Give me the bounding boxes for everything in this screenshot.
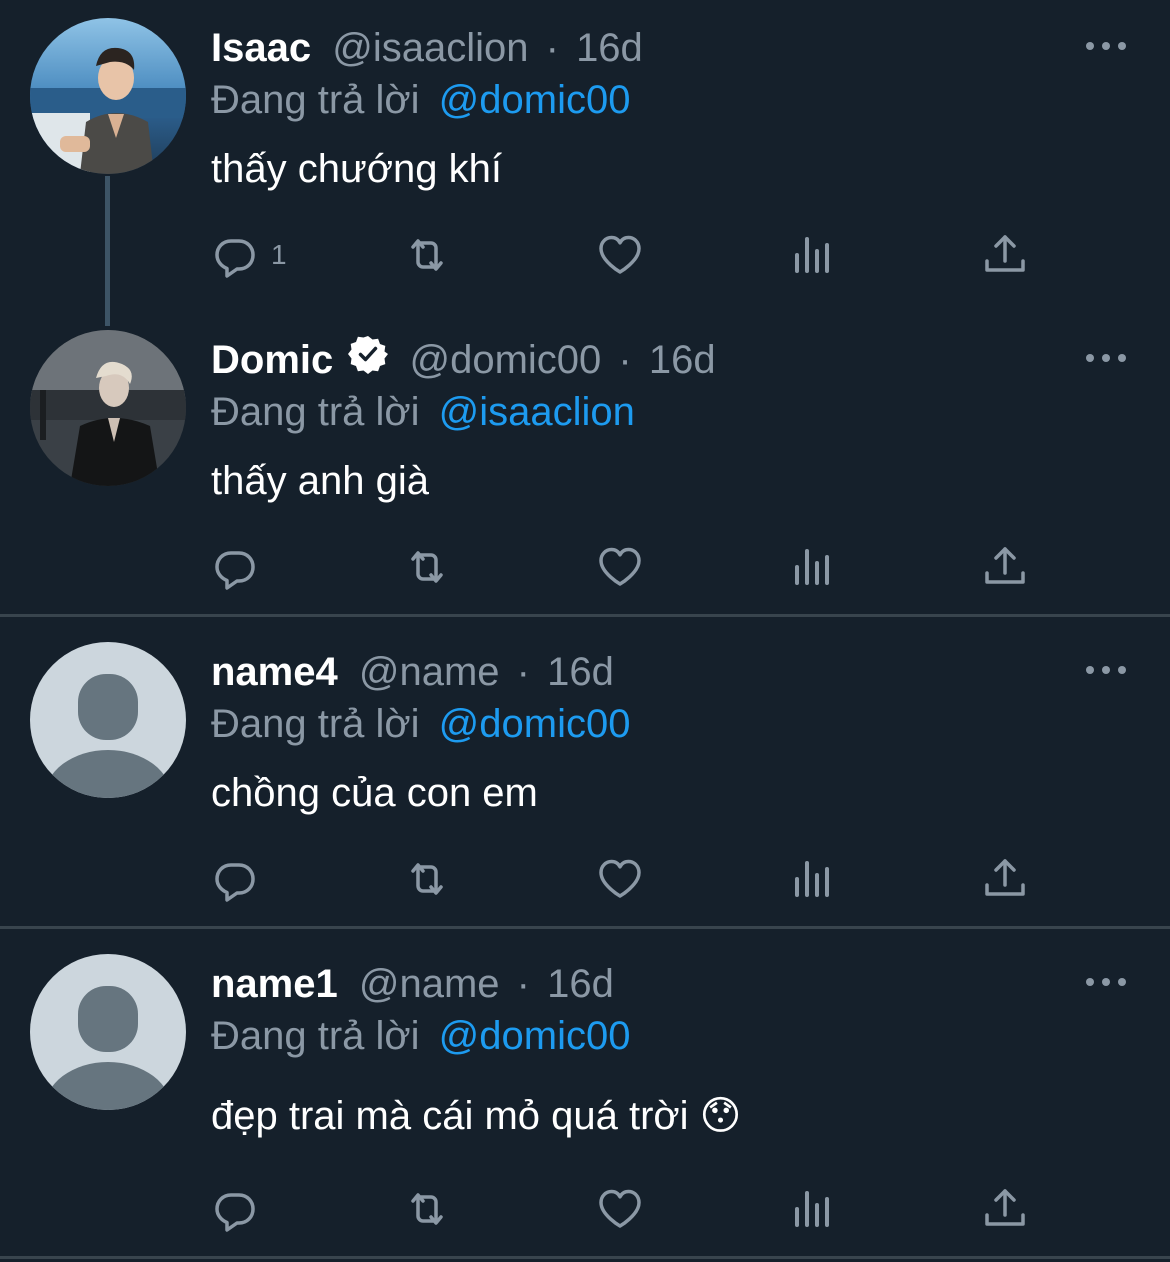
separator-dot: · <box>516 650 530 694</box>
mention-link[interactable]: @isaaclion <box>439 390 635 434</box>
retweet-button[interactable] <box>403 1184 451 1234</box>
mention-link[interactable]: @domic00 <box>439 78 631 122</box>
avatar-default[interactable] <box>30 954 186 1110</box>
share-icon <box>985 859 1025 896</box>
action-bar: 1 <box>211 230 1051 280</box>
replying-prefix: Đang trả lời <box>211 702 420 746</box>
display-name[interactable]: name1 <box>211 962 338 1006</box>
timestamp[interactable]: 16d <box>547 962 614 1006</box>
user-handle[interactable]: @isaaclion <box>332 26 528 70</box>
tweet-isaac[interactable]: Isaac @isaaclion · 16d Đang trả lời @dom… <box>0 0 1170 312</box>
views-button[interactable] <box>789 1184 837 1234</box>
mention-link[interactable]: @domic00 <box>439 1014 631 1058</box>
replying-to: Đang trả lời @domic00 <box>211 76 630 124</box>
share-icon <box>985 235 1025 272</box>
share-icon <box>985 547 1025 584</box>
divider <box>0 614 1170 617</box>
tweet-text: đẹp trai mà cái mỏ quá trời 😯 <box>211 1094 742 1138</box>
retweet-icon <box>411 551 443 583</box>
views-icon <box>795 237 829 273</box>
mention-link[interactable]: @domic00 <box>439 702 631 746</box>
display-name[interactable]: Domic <box>211 338 333 382</box>
tweet-name1[interactable]: name1 @name · 16d Đang trả lời @domic00 … <box>0 936 1170 1254</box>
like-button[interactable] <box>596 542 644 592</box>
reply-button[interactable] <box>211 1184 259 1234</box>
views-button[interactable] <box>789 542 837 592</box>
share-button[interactable] <box>981 1184 1029 1234</box>
like-button[interactable] <box>596 230 644 280</box>
views-button[interactable] <box>789 230 837 280</box>
more-icon[interactable] <box>1086 664 1126 676</box>
reply-icon <box>215 863 255 902</box>
like-icon <box>599 235 641 274</box>
user-handle[interactable]: @name <box>359 650 500 694</box>
more-icon[interactable] <box>1086 40 1126 52</box>
user-handle[interactable]: @domic00 <box>410 338 602 382</box>
replying-to: Đang trả lời @domic00 <box>211 1012 630 1060</box>
tweet-header: name1 @name · 16d <box>211 960 614 1008</box>
avatar-default[interactable] <box>30 642 186 798</box>
tweet-header: Domic @domic00 · 16d <box>211 334 716 388</box>
action-bar <box>211 854 1051 904</box>
more-icon[interactable] <box>1086 976 1126 988</box>
replying-to: Đang trả lời @domic00 <box>211 700 630 748</box>
separator-dot: · <box>618 338 632 382</box>
tweet-header: Isaac @isaaclion · 16d <box>211 24 643 72</box>
timestamp[interactable]: 16d <box>576 26 643 70</box>
views-button[interactable] <box>789 854 837 904</box>
avatar-domic[interactable] <box>30 330 186 486</box>
like-button[interactable] <box>596 854 644 904</box>
retweet-button[interactable] <box>403 854 451 904</box>
views-icon <box>795 1191 829 1227</box>
display-name[interactable]: name4 <box>211 650 338 694</box>
retweet-button[interactable] <box>403 230 451 280</box>
reply-button[interactable] <box>211 542 259 592</box>
timestamp[interactable]: 16d <box>649 338 716 382</box>
share-icon <box>985 1189 1025 1226</box>
retweet-icon <box>411 1193 443 1225</box>
reply-button[interactable] <box>211 854 259 904</box>
more-icon[interactable] <box>1086 352 1126 364</box>
reply-icon <box>215 1193 255 1232</box>
like-button[interactable] <box>596 1184 644 1234</box>
display-name[interactable]: Isaac <box>211 26 311 70</box>
replying-prefix: Đang trả lời <box>211 390 420 434</box>
divider <box>0 1256 1170 1259</box>
share-button[interactable] <box>981 230 1029 280</box>
action-bar <box>211 542 1051 592</box>
user-handle[interactable]: @name <box>359 962 500 1006</box>
reply-icon <box>215 239 255 278</box>
views-icon <box>795 861 829 897</box>
tweet-text: chồng của con em <box>211 771 538 815</box>
action-bar <box>211 1184 1051 1234</box>
verified-icon <box>348 334 389 385</box>
retweet-icon <box>411 239 443 271</box>
tweet-domic[interactable]: Domic @domic00 · 16d Đang trả lời @isaac… <box>0 312 1170 614</box>
share-button[interactable] <box>981 854 1029 904</box>
timestamp[interactable]: 16d <box>547 650 614 694</box>
reply-count: 1 <box>271 239 287 270</box>
avatar-isaac[interactable] <box>30 18 186 174</box>
like-icon <box>599 1189 641 1228</box>
like-icon <box>599 547 641 586</box>
views-icon <box>795 549 829 585</box>
reply-icon <box>215 551 255 590</box>
divider <box>0 926 1170 929</box>
retweet-button[interactable] <box>403 542 451 592</box>
tweet-text: thấy chướng khí <box>211 147 502 191</box>
like-icon <box>599 859 641 898</box>
retweet-icon <box>411 863 443 895</box>
replying-prefix: Đang trả lời <box>211 78 420 122</box>
share-button[interactable] <box>981 542 1029 592</box>
tweet-name4[interactable]: name4 @name · 16d Đang trả lời @domic00 … <box>0 624 1170 926</box>
replying-to: Đang trả lời @isaaclion <box>211 388 635 436</box>
tweet-header: name4 @name · 16d <box>211 648 614 696</box>
tweet-text: thấy anh già <box>211 459 429 503</box>
separator-dot: · <box>516 962 530 1006</box>
separator-dot: · <box>545 26 559 70</box>
replying-prefix: Đang trả lời <box>211 1014 420 1058</box>
reply-button[interactable]: 1 <box>211 230 287 280</box>
